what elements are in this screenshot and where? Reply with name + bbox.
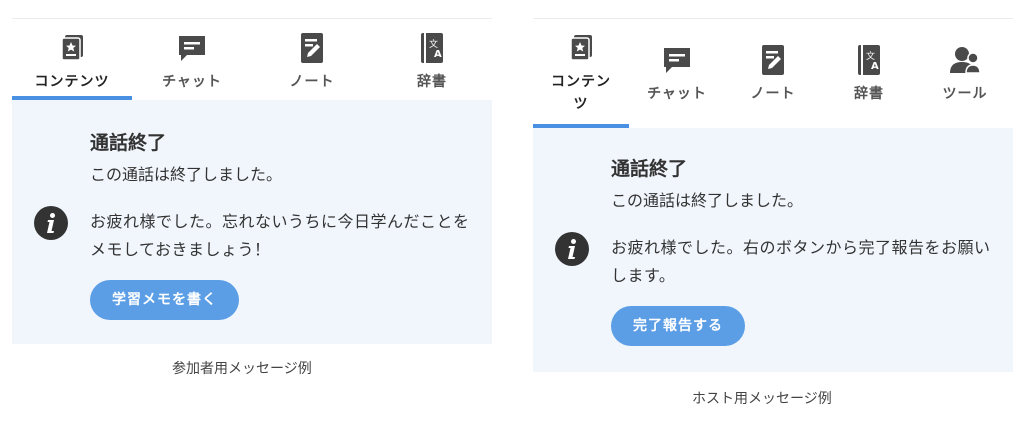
tab-note[interactable]: ノート: [725, 19, 821, 128]
tab-label: チャット: [162, 74, 222, 90]
dictionary-icon: 文 A: [858, 45, 880, 75]
note-pen-icon: [762, 45, 784, 75]
message-body: 通話終了 この通話は終了しました。 お疲れ様でした。忘れないうちに今日学んだこと…: [90, 130, 482, 320]
participant-caption: 参加者用メッセージ例: [172, 361, 312, 377]
tab-label: チャット: [647, 86, 707, 102]
tab-label: 辞書: [854, 86, 884, 102]
tab-tools[interactable]: ツール: [917, 19, 1013, 128]
info-icon: [34, 206, 68, 240]
tab-label: ツール: [942, 86, 988, 102]
message-title: 通話終了: [611, 158, 688, 180]
message-detail: お疲れ様でした。右のボタンから完了報告をお願いします。: [611, 238, 991, 285]
call-ended-message: 通話終了 この通話は終了しました。 お疲れ様でした。忘れないうちに今日学んだこと…: [12, 100, 492, 344]
tab-label: コンテンツ: [551, 74, 611, 112]
info-icon: [555, 232, 589, 266]
svg-text:A: A: [871, 61, 879, 72]
host-panel: コンテンツ チャット ノート 文 A 辞書 ツール 通話終了 この通話は終了しま…: [533, 18, 1013, 372]
tab-chat[interactable]: チャット: [629, 19, 725, 128]
tab-label: 辞書: [417, 74, 447, 90]
content-book-icon: [61, 35, 83, 61]
tab-label: ノート: [289, 74, 335, 90]
tab-label: コンテンツ: [34, 74, 110, 90]
tab-chat[interactable]: チャット: [132, 19, 252, 100]
content-book-icon: [570, 35, 592, 61]
users-tool-icon: [950, 47, 981, 74]
tab-bar: コンテンツ チャット ノート 文 A: [12, 18, 492, 100]
host-caption: ホスト用メッセージ例: [692, 391, 832, 407]
message-body: 通話終了 この通話は終了しました。 お疲れ様でした。右のボタンから完了報告をお願…: [611, 156, 1003, 346]
tab-content[interactable]: コンテンツ: [533, 19, 629, 128]
participant-panel: コンテンツ チャット ノート 文 A 辞書 通話終了 この通話は終了しました。 …: [12, 18, 492, 344]
tab-bar: コンテンツ チャット ノート 文 A: [533, 18, 1013, 128]
complete-report-button[interactable]: 完了報告する: [611, 306, 745, 346]
call-ended-message: 通話終了 この通話は終了しました。 お疲れ様でした。右のボタンから完了報告をお願…: [533, 128, 1013, 372]
svg-text:A: A: [434, 49, 442, 60]
tab-content[interactable]: コンテンツ: [12, 19, 132, 100]
message-detail: お疲れ様でした。忘れないうちに今日学んだことをメモしておきましょう！: [90, 212, 470, 259]
chat-bubble-icon: [664, 48, 690, 73]
tab-dictionary[interactable]: 文 A 辞書: [821, 19, 917, 128]
chat-bubble-icon: [179, 36, 205, 61]
tab-dictionary[interactable]: 文 A 辞書: [372, 19, 492, 100]
note-pen-icon: [301, 33, 323, 63]
message-title: 通話終了: [90, 132, 167, 154]
tab-label: ノート: [750, 86, 796, 102]
message-status: この通話は終了しました。: [90, 165, 283, 184]
message-status: この通話は終了しました。: [611, 191, 804, 210]
write-study-memo-button[interactable]: 学習メモを書く: [90, 280, 239, 320]
dictionary-icon: 文 A: [421, 33, 443, 63]
tab-note[interactable]: ノート: [252, 19, 372, 100]
